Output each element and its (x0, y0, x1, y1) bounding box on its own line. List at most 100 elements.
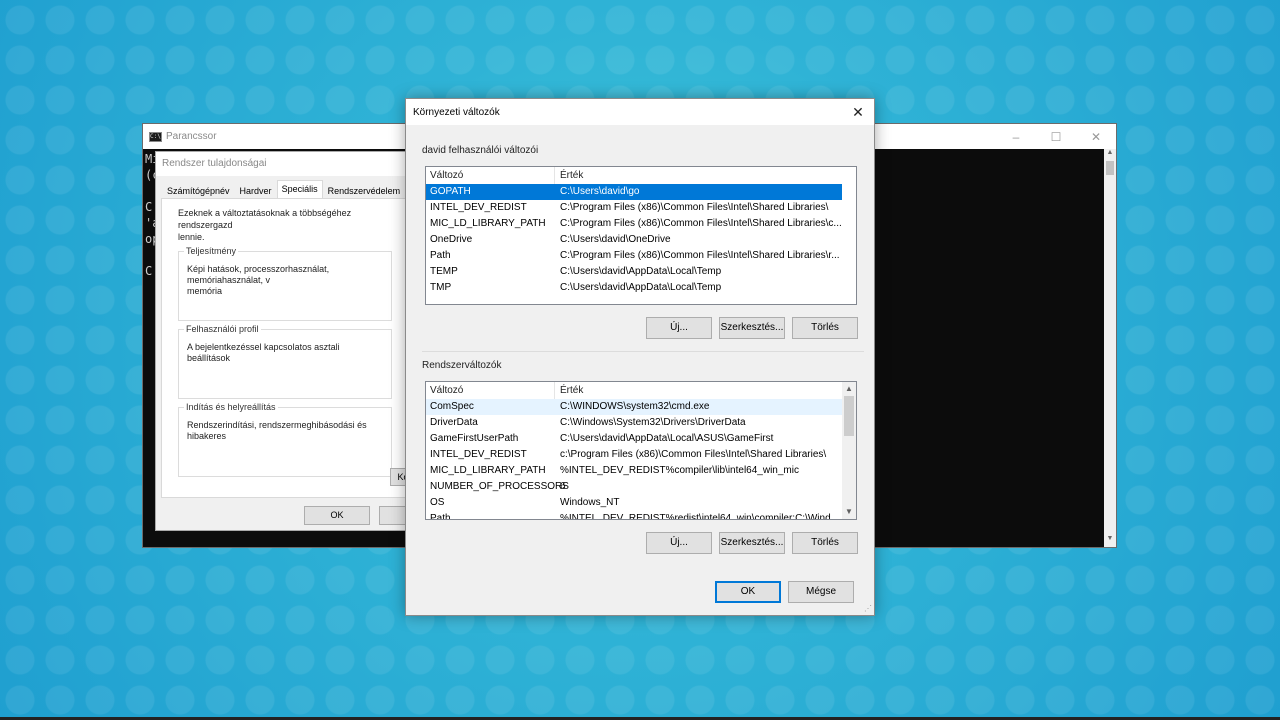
tab-advanced[interactable]: Speciális (276, 180, 323, 198)
environment-variables-dialog[interactable]: Környezeti változók ✕ david felhasználói… (405, 98, 875, 616)
variable-value: C:\Users\david\AppData\Local\Temp (560, 266, 722, 277)
scroll-thumb[interactable] (1106, 161, 1114, 175)
variable-name: INTEL_DEV_REDIST (430, 449, 527, 460)
system-new-button[interactable]: Új... (646, 532, 712, 554)
section-divider (422, 351, 864, 352)
performance-group: Teljesítmény Képi hatások, processzorhas… (178, 246, 392, 321)
system-delete-button[interactable]: Törlés (792, 532, 858, 554)
group-text: memória (187, 286, 223, 296)
variable-row[interactable]: INTEL_DEV_REDIST C:\Program Files (x86)\C… (426, 200, 856, 216)
variable-name: GOPATH (430, 186, 471, 197)
variable-row[interactable]: NUMBER_OF_PROCESSORS 6 (426, 479, 842, 495)
system-variables-list[interactable]: Változó Érték ComSpec C:\WINDOWS\system32… (425, 381, 857, 520)
variable-name: ComSpec (430, 401, 474, 412)
sysprops-ok-button[interactable]: OK (304, 506, 370, 525)
variable-name: MIC_LD_LIBRARY_PATH (430, 218, 546, 229)
variable-row[interactable]: OS Windows_NT (426, 495, 842, 511)
user-delete-button[interactable]: Törlés (792, 317, 858, 339)
variable-value: C:\Users\david\go (560, 186, 640, 197)
env-cancel-button[interactable]: Mégse (788, 581, 854, 603)
system-variables-label: Rendszerváltozók (422, 360, 502, 371)
group-title: Teljesítmény (184, 246, 239, 257)
scroll-up-icon[interactable]: ▲ (842, 382, 856, 396)
group-text: Rendszerindítási, rendszermeghibásodási … (187, 420, 367, 441)
resize-grip-icon[interactable]: ⋰ (864, 605, 872, 613)
column-header-value[interactable]: Érték (554, 382, 842, 399)
variable-row[interactable]: DriverData C:\Windows\System32\Drivers\Dr… (426, 415, 842, 431)
variable-value: Windows_NT (560, 497, 620, 508)
list-header: Változó Érték (426, 382, 842, 399)
user-variables-label: david felhasználói változói (422, 145, 539, 156)
sysprops-title: Rendszer tulajdonságai (156, 152, 414, 176)
variable-name: OS (430, 497, 445, 508)
variable-value: C:\WINDOWS\system32\cmd.exe (560, 401, 710, 412)
close-icon[interactable]: ✕ (1076, 130, 1116, 144)
variable-row[interactable]: OneDrive C:\Users\david\OneDrive (426, 232, 856, 248)
variable-value: C:\Users\david\AppData\Local\ASUS\GameFi… (560, 433, 774, 444)
variable-value: C:\Program Files (x86)\Common Files\Inte… (560, 202, 829, 213)
maximize-icon[interactable]: ☐ (1036, 130, 1076, 144)
variable-name: TEMP (430, 266, 458, 277)
tab-system-protection[interactable]: Rendszervédelem (323, 182, 406, 198)
variable-value: %INTEL_DEV_REDIST%compiler\lib\intel64_w… (560, 465, 799, 476)
sysprops-tabs: Számítógépnév Hardver Speciális Rendszer… (156, 176, 414, 198)
variable-name: INTEL_DEV_REDIST (430, 202, 527, 213)
user-variables-list[interactable]: Változó Érték GOPATH C:\Users\david\go INT… (425, 166, 857, 305)
cmd-icon: C:\ (149, 131, 162, 142)
startup-recovery-group: Indítás és helyreállítás Rendszerindítás… (178, 402, 392, 477)
tab-computer-name[interactable]: Számítógépnév (162, 182, 235, 198)
variable-name: TMP (430, 282, 452, 293)
close-icon[interactable]: ✕ (842, 104, 874, 121)
variable-value: c:\Program Files (x86)\Common Files\Inte… (560, 449, 827, 460)
variable-name: MIC_LD_LIBRARY_PATH (430, 465, 546, 476)
variable-row[interactable]: TMP C:\Users\david\AppData\Local\Temp (426, 280, 856, 296)
variable-row[interactable]: GOPATH C:\Users\david\go (426, 184, 842, 200)
cmd-scrollbar[interactable]: ▲ ▼ (1104, 149, 1116, 547)
system-properties-window[interactable]: Rendszer tulajdonságai Számítógépnév Har… (155, 151, 445, 531)
variable-name: OneDrive (430, 234, 473, 245)
system-list-scrollbar[interactable]: ▲ ▼ (842, 382, 856, 519)
variable-value: C:\Windows\System32\Drivers\DriverData (560, 417, 746, 428)
variable-row[interactable]: Path C:\Program Files (x86)\Common Files\… (426, 248, 856, 264)
admin-notice-line: lennie. (178, 232, 205, 242)
variable-value: C:\Users\david\OneDrive (560, 234, 671, 245)
scroll-down-icon[interactable]: ▼ (1104, 535, 1116, 547)
variable-row[interactable]: Path %INTEL_DEV_REDIST%redist\intel64_win… (426, 511, 842, 519)
variable-name: DriverData (430, 417, 478, 428)
column-header-value[interactable]: Érték (554, 167, 856, 184)
admin-notice-line: Ezeknek a változtatásoknak a többségéhez… (178, 208, 352, 230)
variable-row[interactable]: ComSpec C:\WINDOWS\system32\cmd.exe (426, 399, 842, 415)
variable-value: 6 (560, 481, 566, 492)
system-edit-button[interactable]: Szerkesztés... (719, 532, 785, 554)
env-titlebar[interactable]: Környezeti változók ✕ (406, 99, 874, 125)
variable-value: C:\Program Files (x86)\Common Files\Inte… (560, 218, 842, 229)
group-title: Indítás és helyreállítás (184, 402, 278, 413)
user-new-button[interactable]: Új... (646, 317, 712, 339)
env-title: Környezeti változók (413, 106, 500, 118)
variable-row[interactable]: TEMP C:\Users\david\AppData\Local\Temp (426, 264, 856, 280)
admin-notice: Ezeknek a változtatásoknak a többségéhez… (178, 207, 392, 243)
scroll-up-icon[interactable]: ▲ (1104, 149, 1116, 161)
column-header-variable[interactable]: Változó (426, 382, 554, 399)
variable-name: Path (430, 250, 451, 261)
tab-hardware[interactable]: Hardver (235, 182, 277, 198)
variable-name: Path (430, 513, 451, 519)
group-title: Felhasználói profil (184, 324, 261, 335)
variable-row[interactable]: INTEL_DEV_REDIST c:\Program Files (x86)\C… (426, 447, 842, 463)
env-ok-button[interactable]: OK (715, 581, 781, 603)
minimize-icon[interactable]: – (996, 130, 1036, 144)
variable-row[interactable]: GameFirstUserPath C:\Users\david\AppData\… (426, 431, 842, 447)
scroll-thumb[interactable] (844, 396, 854, 436)
user-profile-group: Felhasználói profil A bejelentkezéssel k… (178, 324, 392, 399)
cmd-title: Parancssor (166, 131, 217, 142)
scroll-down-icon[interactable]: ▼ (842, 505, 856, 519)
group-text: Képi hatások, processzorhasználat, memór… (187, 264, 330, 285)
variable-row[interactable]: MIC_LD_LIBRARY_PATH %INTEL_DEV_REDIST%com… (426, 463, 842, 479)
variable-value: C:\Program Files (x86)\Common Files\Inte… (560, 250, 840, 261)
variable-row[interactable]: MIC_LD_LIBRARY_PATH C:\Program Files (x86… (426, 216, 856, 232)
variable-name: GameFirstUserPath (430, 433, 519, 444)
column-header-variable[interactable]: Változó (426, 167, 554, 184)
user-edit-button[interactable]: Szerkesztés... (719, 317, 785, 339)
variable-name: NUMBER_OF_PROCESSORS (430, 481, 569, 492)
list-header: Változó Érték (426, 167, 856, 184)
